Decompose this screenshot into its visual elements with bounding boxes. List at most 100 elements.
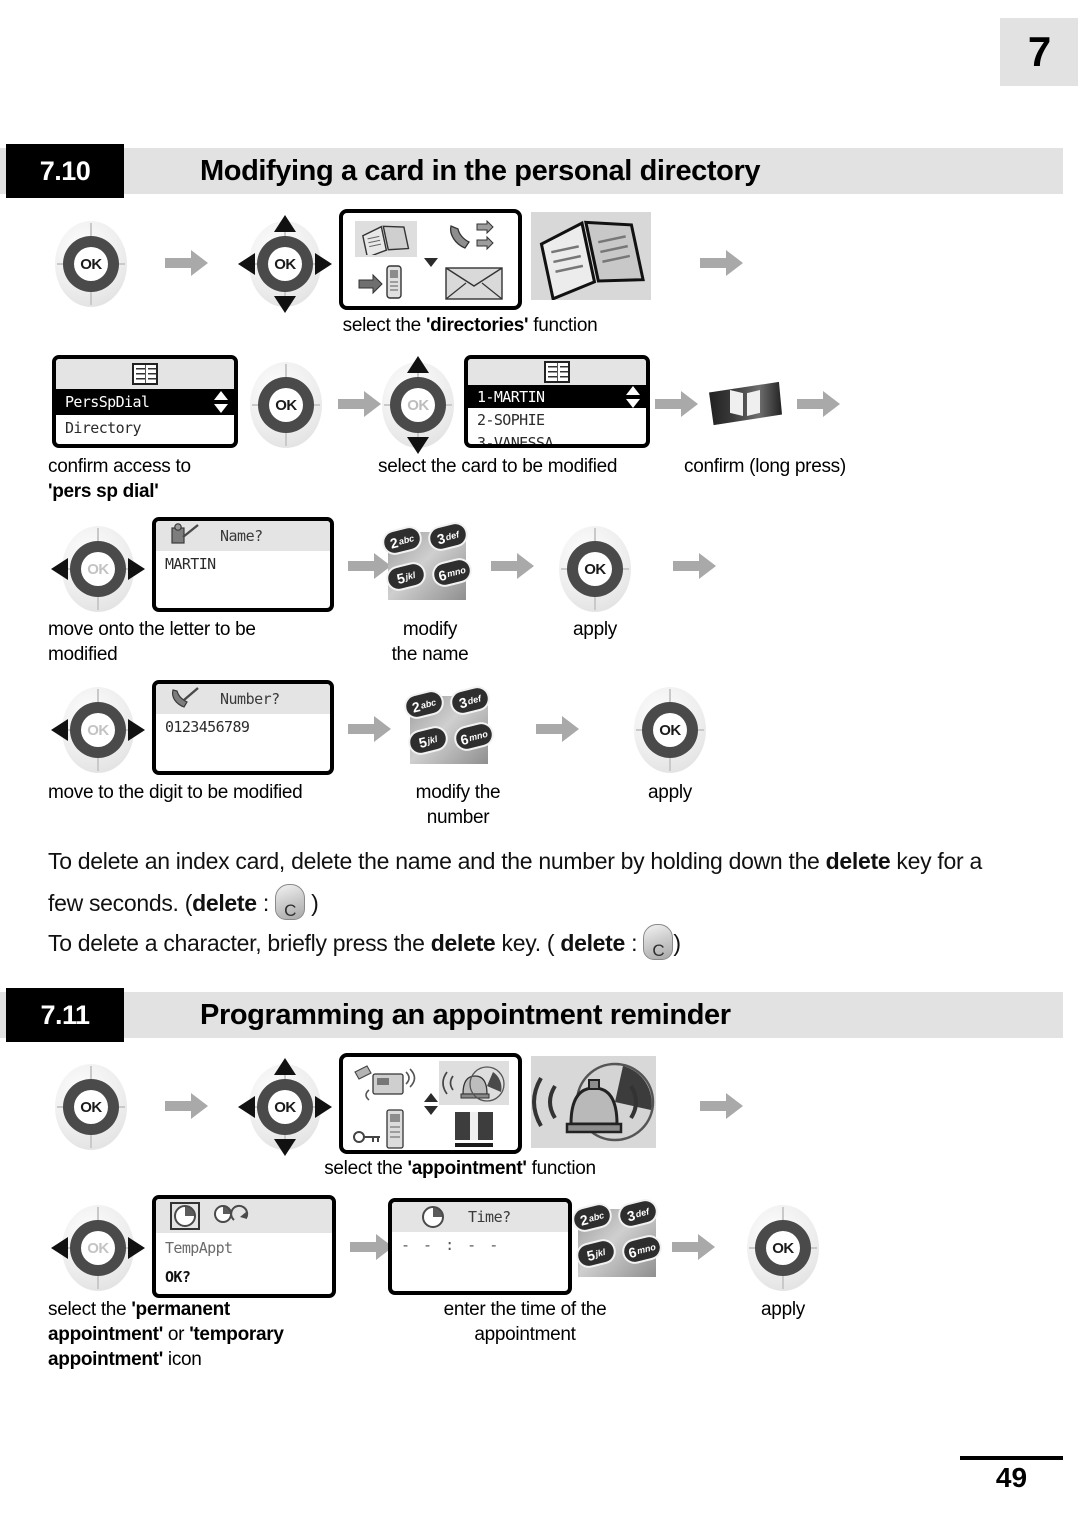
ok-key-apply-appointment[interactable]: OK — [740, 1201, 826, 1295]
ok-label: OK — [74, 247, 108, 281]
nav-right-arrow-icon[interactable] — [315, 1096, 332, 1118]
appointment-confirm-label: OK? — [165, 1268, 191, 1286]
note-bold: delete — [192, 890, 257, 916]
flow-arrow-icon — [491, 551, 535, 581]
delete-key-glyph: C — [652, 941, 665, 960]
nav-up-arrow-icon[interactable] — [407, 356, 429, 373]
lcd-screen-menu-list: PersSpDial Directory — [52, 355, 238, 448]
lcd-body: PersSpDial Directory — [56, 389, 234, 441]
ok-key-step1-appointment[interactable]: OK — [48, 1060, 134, 1154]
caption-move-digit: move to the digit to be modified — [48, 782, 303, 803]
note-text: key for a — [890, 848, 982, 874]
nav-right-arrow-icon[interactable] — [128, 719, 145, 741]
ok-key-apply-number[interactable]: OK — [627, 683, 713, 777]
lcd-body: 1-MARTIN 2-SOPHIE 3-VANESSA — [468, 385, 646, 445]
nav-right-arrow-icon[interactable] — [315, 253, 332, 275]
lcd-row[interactable]: PersSpDial — [56, 389, 234, 415]
nav-key-step2[interactable]: OK — [238, 215, 332, 313]
lcd-header: Number? — [156, 684, 330, 714]
name-value: MARTIN — [165, 555, 216, 573]
ok-key-step1[interactable]: OK — [48, 217, 134, 311]
caption-text: modify the — [415, 782, 501, 803]
caption-text: the name — [391, 644, 469, 665]
lcd-row[interactable]: 3-VANESSA — [468, 431, 646, 445]
caption-text: select the — [48, 1299, 132, 1320]
caption-select-appointment-icon: select the 'permanent appointment' or 't… — [48, 1297, 378, 1372]
ok-label: OK — [268, 1090, 302, 1124]
note-text: To delete a character, briefly press the — [48, 930, 431, 956]
lcd-row[interactable]: TempAppt — [156, 1233, 332, 1263]
phone-redial-icon[interactable] — [441, 219, 505, 259]
nav-key-move-letter[interactable]: OK — [51, 522, 145, 616]
ok-label: OK — [268, 247, 302, 281]
nav-up-arrow-icon[interactable] — [274, 215, 296, 232]
menu-panel-appointment[interactable] — [339, 1053, 522, 1154]
caption-select-directories: select the 'directories' function — [250, 313, 690, 338]
flow-arrow-icon — [655, 389, 699, 419]
flow-arrow-icon — [165, 1091, 209, 1121]
zoomed-directory-book-icon — [531, 212, 651, 301]
keypad-icon-number[interactable]: 2 abc 3 def 5 jkl 6 mno — [401, 683, 497, 770]
directory-book-icon[interactable] — [355, 221, 417, 257]
page-number: 49 — [995, 1462, 1028, 1493]
nav-key-select-appt-type[interactable]: OK — [51, 1201, 145, 1295]
lcd-value-row[interactable]: - - : - - — [392, 1232, 568, 1258]
delete-c-key-icon[interactable]: C — [643, 924, 674, 960]
permanent-appointment-icon[interactable] — [214, 1204, 250, 1228]
key-phone-icon[interactable] — [349, 1107, 421, 1150]
caption-text: icon — [162, 1349, 202, 1370]
caption-bold: appointment' — [48, 1324, 163, 1345]
envelope-icon[interactable] — [441, 263, 507, 303]
flow-arrow-icon — [536, 714, 580, 744]
caption-modify-name: modify the name — [360, 617, 500, 667]
caption-text: appointment — [474, 1324, 576, 1345]
caption-apply-number: apply — [648, 782, 692, 803]
ok-label: OK — [74, 1090, 108, 1124]
nav-down-arrow-icon[interactable] — [407, 437, 429, 454]
lcd-body: 0123456789 — [156, 714, 330, 740]
lcd-header: Name? — [156, 521, 330, 551]
nav-key-step2-appointment[interactable]: OK — [238, 1058, 332, 1156]
nav-left-arrow-icon[interactable] — [51, 719, 68, 741]
alarm-bell-icon[interactable] — [439, 1061, 509, 1105]
fax-icon[interactable] — [349, 1061, 421, 1105]
ok-label: OK — [653, 713, 687, 747]
nav-left-arrow-icon[interactable] — [51, 1237, 68, 1259]
nav-key-move-digit[interactable]: OK — [51, 683, 145, 777]
lcd-row[interactable]: Directory — [56, 415, 234, 441]
nav-left-arrow-icon[interactable] — [238, 1096, 255, 1118]
book-icon[interactable] — [439, 1107, 509, 1150]
caption-bold: 'directories' — [425, 315, 529, 336]
nav-down-arrow-icon[interactable] — [274, 1139, 296, 1156]
flow-arrow-icon — [700, 1091, 744, 1121]
directory-hardkey-icon[interactable] — [706, 379, 782, 427]
lcd-confirm-row[interactable]: OK? — [156, 1263, 332, 1291]
lcd-value-row[interactable]: 0123456789 — [156, 714, 330, 740]
nav-right-arrow-icon[interactable] — [128, 558, 145, 580]
ok-key-confirm-access[interactable]: OK — [243, 358, 329, 452]
lcd-value-row[interactable]: MARTIN — [156, 551, 330, 577]
keypad-icon-name[interactable]: 2 abc 3 def 5 jkl 6 mno — [379, 519, 475, 606]
nav-up-arrow-icon[interactable] — [274, 1058, 296, 1075]
nav-left-arrow-icon[interactable] — [51, 558, 68, 580]
lcd-header — [56, 359, 234, 389]
temporary-appointment-icon[interactable] — [170, 1202, 200, 1230]
lcd-screen-card-list: 1-MARTIN 2-SOPHIE 3-VANESSA — [464, 355, 650, 448]
note-text: few seconds. ( — [48, 890, 193, 916]
directory-book-icon — [132, 363, 158, 385]
handset-icon[interactable] — [355, 261, 419, 303]
menu-panel-directories[interactable] — [339, 209, 522, 310]
ok-key-apply-name[interactable]: OK — [552, 522, 638, 616]
lcd-row[interactable]: 2-SOPHIE — [468, 408, 646, 431]
lcd-row[interactable]: 1-MARTIN — [468, 385, 646, 408]
nav-right-arrow-icon[interactable] — [128, 1237, 145, 1259]
caption-text: function — [528, 315, 598, 336]
delete-c-key-icon[interactable]: C — [275, 884, 306, 920]
flow-arrow-icon — [348, 714, 392, 744]
keypad-icon-time[interactable]: 2 abc 3 def 5 jkl 6 mno — [569, 1196, 665, 1283]
note-delete-character: To delete a character, briefly press the… — [48, 922, 1048, 964]
nav-key-select-card[interactable]: OK — [375, 356, 461, 454]
nav-down-arrow-icon[interactable] — [274, 296, 296, 313]
nav-left-arrow-icon[interactable] — [238, 253, 255, 275]
flow-arrow-icon — [672, 1232, 716, 1262]
